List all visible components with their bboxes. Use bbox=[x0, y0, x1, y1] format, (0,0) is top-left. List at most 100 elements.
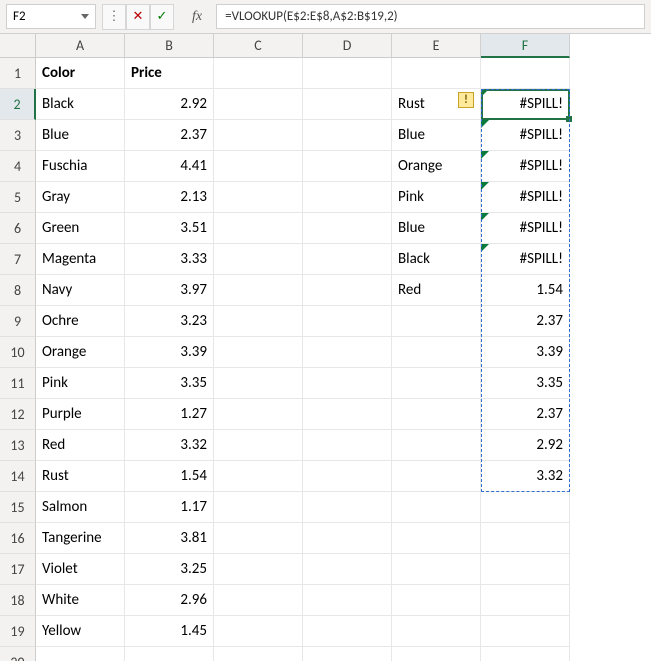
row-header-18[interactable]: 18 bbox=[0, 585, 36, 616]
row-header-15[interactable]: 15 bbox=[0, 492, 36, 523]
cell-D4[interactable] bbox=[303, 151, 392, 182]
cell-F16[interactable] bbox=[481, 523, 570, 554]
cell-E5[interactable]: Pink bbox=[392, 182, 481, 213]
cell-A17[interactable]: Violet bbox=[36, 554, 125, 585]
cell-E13[interactable] bbox=[392, 430, 481, 461]
cell-A11[interactable]: Pink bbox=[36, 368, 125, 399]
cell-A13[interactable]: Red bbox=[36, 430, 125, 461]
cell-C5[interactable] bbox=[214, 182, 303, 213]
cell-B18[interactable]: 2.96 bbox=[125, 585, 214, 616]
cell-E7[interactable]: Black bbox=[392, 244, 481, 275]
cell-B2[interactable]: 2.92 bbox=[125, 89, 214, 120]
cell-C16[interactable] bbox=[214, 523, 303, 554]
cell-C4[interactable] bbox=[214, 151, 303, 182]
cell-B19[interactable]: 1.45 bbox=[125, 616, 214, 647]
cell-C2[interactable] bbox=[214, 89, 303, 120]
cell-F5[interactable]: #SPILL! bbox=[481, 182, 570, 213]
row-header-8[interactable]: 8 bbox=[0, 275, 36, 306]
cell-D12[interactable] bbox=[303, 399, 392, 430]
cell-D9[interactable] bbox=[303, 306, 392, 337]
cell-E8[interactable]: Red bbox=[392, 275, 481, 306]
cell-E18[interactable] bbox=[392, 585, 481, 616]
cell-D11[interactable] bbox=[303, 368, 392, 399]
row-header-2[interactable]: 2 bbox=[0, 89, 36, 120]
cell-B15[interactable]: 1.17 bbox=[125, 492, 214, 523]
cell-C14[interactable] bbox=[214, 461, 303, 492]
cancel-icon[interactable]: ✕ bbox=[126, 4, 150, 30]
row-header-4[interactable]: 4 bbox=[0, 151, 36, 182]
cell-A2[interactable]: Black bbox=[36, 89, 125, 120]
cell-D14[interactable] bbox=[303, 461, 392, 492]
cell-B5[interactable]: 2.13 bbox=[125, 182, 214, 213]
cell-A1[interactable]: Color bbox=[36, 58, 125, 89]
cell-A14[interactable]: Rust bbox=[36, 461, 125, 492]
cell-D13[interactable] bbox=[303, 430, 392, 461]
row-header-16[interactable]: 16 bbox=[0, 523, 36, 554]
select-all-corner[interactable] bbox=[0, 34, 36, 58]
row-header-12[interactable]: 12 bbox=[0, 399, 36, 430]
cell-F4[interactable]: #SPILL! bbox=[481, 151, 570, 182]
cell-F1[interactable] bbox=[481, 58, 570, 89]
cell-D6[interactable] bbox=[303, 213, 392, 244]
cell-C15[interactable] bbox=[214, 492, 303, 523]
cell-E14[interactable] bbox=[392, 461, 481, 492]
cell-C20[interactable] bbox=[214, 647, 303, 661]
cell-A16[interactable]: Tangerine bbox=[36, 523, 125, 554]
row-header-11[interactable]: 11 bbox=[0, 368, 36, 399]
cell-F10[interactable]: 3.39 bbox=[481, 337, 570, 368]
cell-D20[interactable] bbox=[303, 647, 392, 661]
row-header-7[interactable]: 7 bbox=[0, 244, 36, 275]
worksheet[interactable]: A B C D E F 1234567891011121314151617181… bbox=[0, 34, 651, 661]
row-header-14[interactable]: 14 bbox=[0, 461, 36, 492]
cell-B7[interactable]: 3.33 bbox=[125, 244, 214, 275]
cell-E17[interactable] bbox=[392, 554, 481, 585]
cell-A4[interactable]: Fuschia bbox=[36, 151, 125, 182]
cell-C18[interactable] bbox=[214, 585, 303, 616]
cell-A3[interactable]: Blue bbox=[36, 120, 125, 151]
cell-F11[interactable]: 3.35 bbox=[481, 368, 570, 399]
cell-C19[interactable] bbox=[214, 616, 303, 647]
cell-B6[interactable]: 3.51 bbox=[125, 213, 214, 244]
col-header-D[interactable]: D bbox=[303, 34, 392, 58]
cell-A9[interactable]: Ochre bbox=[36, 306, 125, 337]
cell-C3[interactable] bbox=[214, 120, 303, 151]
cell-F3[interactable]: #SPILL! bbox=[481, 120, 570, 151]
cell-A19[interactable]: Yellow bbox=[36, 616, 125, 647]
cell-D18[interactable] bbox=[303, 585, 392, 616]
cell-A15[interactable]: Salmon bbox=[36, 492, 125, 523]
cell-C7[interactable] bbox=[214, 244, 303, 275]
cell-A18[interactable]: White bbox=[36, 585, 125, 616]
cell-F6[interactable]: #SPILL! bbox=[481, 213, 570, 244]
cell-E12[interactable] bbox=[392, 399, 481, 430]
cell-C12[interactable] bbox=[214, 399, 303, 430]
cell-F19[interactable] bbox=[481, 616, 570, 647]
row-header-9[interactable]: 9 bbox=[0, 306, 36, 337]
cell-F17[interactable] bbox=[481, 554, 570, 585]
col-header-E[interactable]: E bbox=[392, 34, 481, 58]
cell-B17[interactable]: 3.25 bbox=[125, 554, 214, 585]
cell-F9[interactable]: 2.37 bbox=[481, 306, 570, 337]
row-header-3[interactable]: 3 bbox=[0, 120, 36, 151]
cell-B12[interactable]: 1.27 bbox=[125, 399, 214, 430]
cell-F15[interactable] bbox=[481, 492, 570, 523]
cell-D17[interactable] bbox=[303, 554, 392, 585]
cell-B8[interactable]: 3.97 bbox=[125, 275, 214, 306]
cell-D15[interactable] bbox=[303, 492, 392, 523]
cell-B11[interactable]: 3.35 bbox=[125, 368, 214, 399]
cell-D2[interactable] bbox=[303, 89, 392, 120]
cell-E19[interactable] bbox=[392, 616, 481, 647]
cell-E16[interactable] bbox=[392, 523, 481, 554]
cell-D7[interactable] bbox=[303, 244, 392, 275]
cell-B14[interactable]: 1.54 bbox=[125, 461, 214, 492]
cell-F14[interactable]: 3.32 bbox=[481, 461, 570, 492]
cell-F8[interactable]: 1.54 bbox=[481, 275, 570, 306]
cell-C6[interactable] bbox=[214, 213, 303, 244]
row-header-17[interactable]: 17 bbox=[0, 554, 36, 585]
cell-C10[interactable] bbox=[214, 337, 303, 368]
dropdown-icon[interactable]: ⋮ bbox=[102, 4, 126, 30]
cell-A5[interactable]: Gray bbox=[36, 182, 125, 213]
cell-A7[interactable]: Magenta bbox=[36, 244, 125, 275]
enter-icon[interactable]: ✓ bbox=[150, 4, 174, 30]
cell-E9[interactable] bbox=[392, 306, 481, 337]
cell-D5[interactable] bbox=[303, 182, 392, 213]
